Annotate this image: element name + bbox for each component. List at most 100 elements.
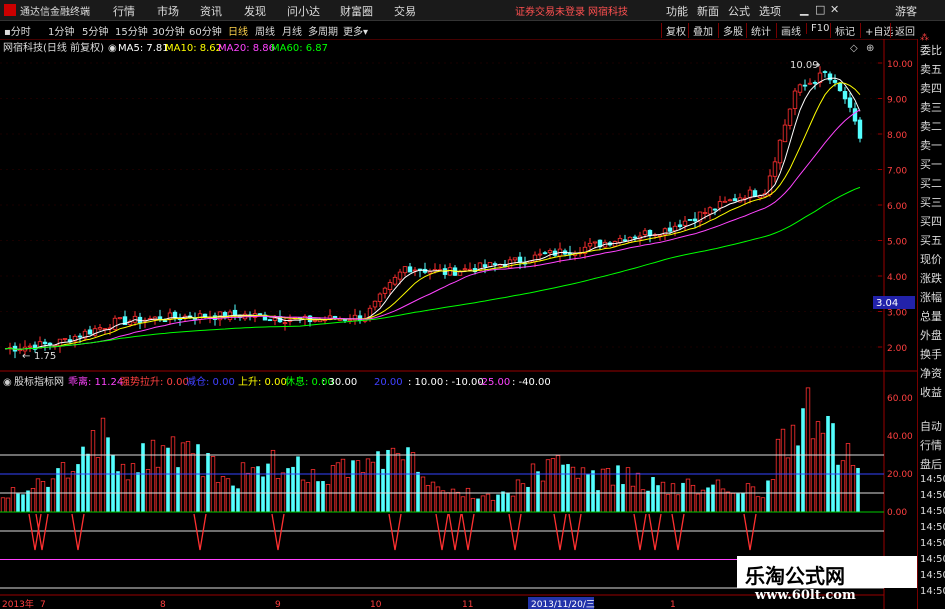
candle-body [172, 311, 178, 318]
panel-label[interactable]: 净资 [920, 365, 942, 381]
panel-label[interactable]: 买三 [920, 194, 942, 210]
indicator-bar-red [180, 442, 186, 513]
guest-label[interactable]: 游客 [895, 3, 917, 19]
panel-label[interactable]: 买二 [920, 175, 942, 191]
multi-stock-button[interactable]: 多股 [718, 23, 743, 38]
menu-item-caifuquan[interactable]: 财富圈 [340, 3, 373, 19]
menu-item-zixun[interactable]: 资讯 [200, 3, 222, 19]
period-tab-1min[interactable]: 1分钟 [48, 23, 74, 38]
indicator-bar-red [225, 478, 231, 513]
sell-signal-mark [553, 513, 567, 551]
menu-item-shichang[interactable]: 市场 [157, 3, 179, 19]
price-tick: 6.00 [887, 202, 907, 212]
panel-label[interactable]: 收益 [920, 384, 942, 400]
panel-label[interactable]: 卖三 [920, 99, 942, 115]
panel-label[interactable]: 涨跌 [920, 270, 942, 286]
mark-button[interactable]: 标记 [830, 23, 855, 38]
panel-label[interactable]: 换手 [920, 346, 942, 362]
minimize-icon[interactable]: ▁ [800, 3, 808, 16]
panel-label[interactable]: 现价 [920, 251, 942, 267]
period-tab-multi[interactable]: 多周期 [308, 23, 338, 38]
settings-icon[interactable]: ◉ [108, 43, 117, 54]
period-tab-daily[interactable]: 日线 [228, 23, 248, 38]
panel-label[interactable]: 卖一 [920, 137, 942, 153]
panel-label[interactable]: 涨幅 [920, 289, 942, 305]
menu-item-gongshi[interactable]: 公式 [728, 3, 750, 19]
fuquan-button[interactable]: 复权 [661, 23, 686, 38]
period-tab-more[interactable]: 更多▾ [343, 23, 368, 38]
close-icon[interactable]: ✕ [830, 3, 839, 16]
panel-label[interactable]: 总量 [920, 308, 942, 324]
panel-label[interactable]: 买一 [920, 156, 942, 172]
indicator-bar-cyan [496, 494, 500, 512]
period-tab-15min[interactable]: 15分钟 [115, 23, 148, 38]
panel-label[interactable]: 盘后 [920, 456, 942, 472]
candle-body [772, 161, 778, 177]
menu-item-xuanxiang[interactable]: 选项 [759, 3, 781, 19]
overlay-button[interactable]: 叠加 [688, 23, 713, 38]
indicator-bar-cyan [46, 486, 50, 512]
indicator-bar-red [40, 481, 46, 513]
period-tab-30min[interactable]: 30分钟 [152, 23, 185, 38]
candle-body [857, 119, 863, 139]
indicator-bar-cyan [616, 465, 620, 512]
indicator-bar-cyan [351, 460, 355, 512]
zoom-icon[interactable]: ⊕ [866, 43, 874, 54]
indicator-bar-red [460, 496, 466, 513]
draw-line-button[interactable]: 画线 [776, 23, 801, 38]
login-notice[interactable]: 证券交易未登录 [515, 3, 585, 18]
low-arrow-icon: ← [22, 351, 30, 362]
indicator-bar-cyan [116, 471, 120, 512]
price-tick: 2.00 [887, 344, 907, 354]
candle-body [462, 268, 468, 271]
watermark-banner: 乐淘公式网 [737, 556, 917, 588]
panel-label[interactable]: 买五 [920, 232, 942, 248]
panel-label[interactable]: 买四 [920, 213, 942, 229]
indicator-bar-red [210, 456, 216, 513]
panel-label[interactable]: 卖四 [920, 80, 942, 96]
indicator-bar-cyan [801, 408, 805, 512]
panel-label[interactable]: 外盘 [920, 327, 942, 343]
period-tab-fenshi[interactable]: ▪分时 [4, 23, 31, 38]
panel-label[interactable]: 自动 [920, 418, 942, 434]
menu-item-jiaoyi[interactable]: 交易 [394, 3, 416, 19]
period-tab-5min[interactable]: 5分钟 [82, 23, 108, 38]
f10-button[interactable]: F10 [806, 23, 829, 34]
diamond-icon[interactable]: ◇ [850, 43, 858, 54]
period-tab-60min[interactable]: 60分钟 [189, 23, 222, 38]
menu-item-wenxiaoda[interactable]: 问小达 [287, 3, 320, 19]
candle-body [312, 319, 318, 322]
menu-item-hangqing[interactable]: 行情 [113, 3, 135, 19]
menu-item-gongneng[interactable]: 功能 [666, 3, 688, 19]
panel-label[interactable]: 行情 [920, 437, 942, 453]
indicator-bar-red [275, 478, 281, 513]
indicator-settings-icon[interactable]: ◉ [3, 377, 12, 388]
stats-button[interactable]: 统计 [746, 23, 771, 38]
candle-body [642, 230, 648, 235]
sell-signal-mark [193, 513, 207, 551]
menu-item-xinmian[interactable]: 新面 [697, 3, 719, 19]
indicator-bar-cyan [166, 447, 170, 512]
panel-label[interactable]: 委比 [920, 42, 942, 58]
panel-label[interactable]: 卖二 [920, 118, 942, 134]
indicator-bar-red [605, 468, 611, 513]
period-tab-monthly[interactable]: 月线 [282, 23, 302, 38]
kline-chart-area[interactable]: 网宿科技(日线 前复权) ◉ MA5: 7.81 MA10: 8.62 MA20… [0, 39, 917, 609]
candle-body [62, 338, 68, 340]
maximize-icon[interactable]: □ [815, 3, 825, 16]
tab-bullet-icon: ▪ [4, 27, 11, 38]
back-button[interactable]: 返回 [890, 23, 915, 38]
indicator-bar-red [685, 478, 691, 513]
indicator-bar-red [95, 457, 101, 513]
menu-item-faxian[interactable]: 发现 [244, 3, 266, 19]
add-favorite-button[interactable]: +自选 [860, 23, 893, 38]
indicator-bar-red [425, 485, 431, 513]
panel-label[interactable]: 卖五 [920, 61, 942, 77]
indicator-bar-red [775, 438, 781, 513]
indicator-bar-red [280, 472, 286, 513]
indicator-bar-red [65, 477, 71, 513]
indicator-bar-red [355, 460, 361, 513]
indicator-bar-cyan [406, 447, 410, 512]
period-tab-weekly[interactable]: 周线 [255, 23, 275, 38]
candle-body [87, 329, 93, 335]
